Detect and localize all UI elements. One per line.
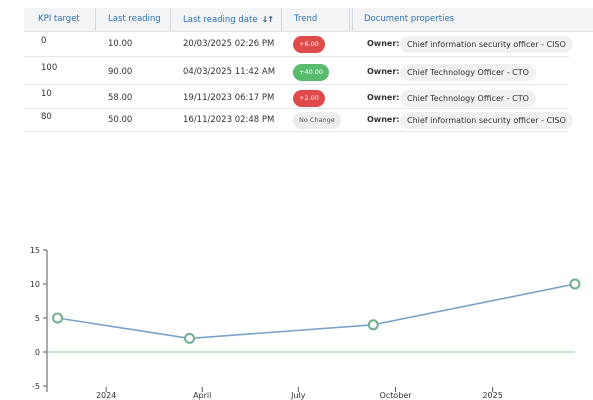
x-tick-label: July bbox=[290, 391, 306, 400]
y-tick-label: 0 bbox=[35, 348, 40, 357]
owner-label: Owner: bbox=[367, 115, 400, 124]
owner-chip[interactable]: Chief information security officer - CIS… bbox=[400, 36, 573, 53]
column-header-last-reading[interactable]: Last reading bbox=[108, 8, 161, 31]
row-divider bbox=[24, 56, 569, 57]
column-divider[interactable] bbox=[349, 8, 350, 31]
x-tick-label: April bbox=[193, 391, 211, 400]
column-header-kpi-target[interactable]: KPI target bbox=[38, 8, 80, 31]
table-header: KPI target Last reading Last reading dat… bbox=[24, 8, 593, 32]
trend-badge: No Change bbox=[293, 112, 341, 129]
y-tick-label: -5 bbox=[32, 382, 40, 391]
trend-badge: +40.00 bbox=[293, 64, 330, 81]
kpi-target-cell: 80 bbox=[41, 112, 52, 122]
data-point bbox=[52, 312, 64, 324]
data-point bbox=[569, 278, 581, 290]
data-point bbox=[367, 319, 379, 331]
y-tick-label: 10 bbox=[30, 280, 40, 289]
table-row[interactable]: 0 10.00 20/03/2025 02:26 PM +6.00 Owner:… bbox=[24, 32, 593, 56]
column-header-last-reading-date[interactable]: Last reading date ↓↑ bbox=[183, 8, 274, 31]
table-row[interactable]: 10 58.00 19/11/2023 06:17 PM +2.00 Owner… bbox=[24, 86, 593, 110]
owner-label: Owner: bbox=[367, 93, 400, 102]
x-tick-label: October bbox=[379, 391, 412, 400]
column-divider[interactable] bbox=[281, 8, 282, 31]
owner-chip[interactable]: Chief Technology Officer - CTO bbox=[400, 64, 536, 81]
series-line bbox=[57, 283, 576, 340]
table-row[interactable]: 80 50.00 16/11/2023 02:48 PM No Change O… bbox=[24, 109, 593, 133]
y-tick-label: 15 bbox=[30, 246, 40, 255]
owner-chip[interactable]: Chief information security officer - CIS… bbox=[400, 112, 573, 129]
column-header-document-properties[interactable]: Document properties bbox=[364, 8, 454, 31]
last-reading-cell: 90.00 bbox=[108, 67, 133, 77]
last-reading-date-cell: 16/11/2023 02:48 PM bbox=[183, 115, 275, 125]
owner-label: Owner: bbox=[367, 39, 400, 48]
column-divider[interactable] bbox=[170, 8, 171, 31]
column-header-trend[interactable]: Trend bbox=[294, 8, 317, 31]
trend-badge: +2.00 bbox=[293, 90, 325, 107]
sort-arrows-icon[interactable]: ↓↑ bbox=[262, 8, 274, 31]
kpi-target-cell: 100 bbox=[41, 63, 58, 73]
data-point bbox=[184, 332, 196, 344]
x-tick-label: 2024 bbox=[96, 391, 116, 400]
kpi-target-cell: 10 bbox=[41, 89, 52, 99]
owner-chip[interactable]: Chief Technology Officer - CTO bbox=[400, 90, 536, 107]
last-reading-date-cell: 19/11/2023 06:17 PM bbox=[183, 93, 275, 103]
owner-label: Owner: bbox=[367, 67, 400, 76]
kpi-target-cell: 0 bbox=[41, 36, 47, 46]
kpi-trend-chart: 15 10 5 0 -5 2024 April July October 2025 bbox=[30, 246, 581, 400]
y-tick-label: 5 bbox=[35, 314, 40, 323]
last-reading-date-cell: 20/03/2025 02:26 PM bbox=[183, 39, 275, 49]
last-reading-cell: 50.00 bbox=[108, 115, 133, 125]
column-divider[interactable] bbox=[95, 8, 96, 31]
trend-badge: +6.00 bbox=[293, 36, 325, 53]
table-row[interactable]: 100 90.00 04/03/2025 11:42 AM +40.00 Own… bbox=[24, 59, 593, 83]
last-reading-cell: 58.00 bbox=[108, 93, 133, 103]
last-reading-date-cell: 04/03/2025 11:42 AM bbox=[183, 67, 276, 77]
last-reading-cell: 10.00 bbox=[108, 39, 133, 49]
row-divider bbox=[24, 84, 569, 85]
x-tick-label: 2025 bbox=[482, 391, 502, 400]
column-header-label: Last reading date bbox=[183, 15, 258, 25]
row-divider bbox=[24, 131, 569, 132]
column-divider[interactable] bbox=[352, 8, 353, 31]
